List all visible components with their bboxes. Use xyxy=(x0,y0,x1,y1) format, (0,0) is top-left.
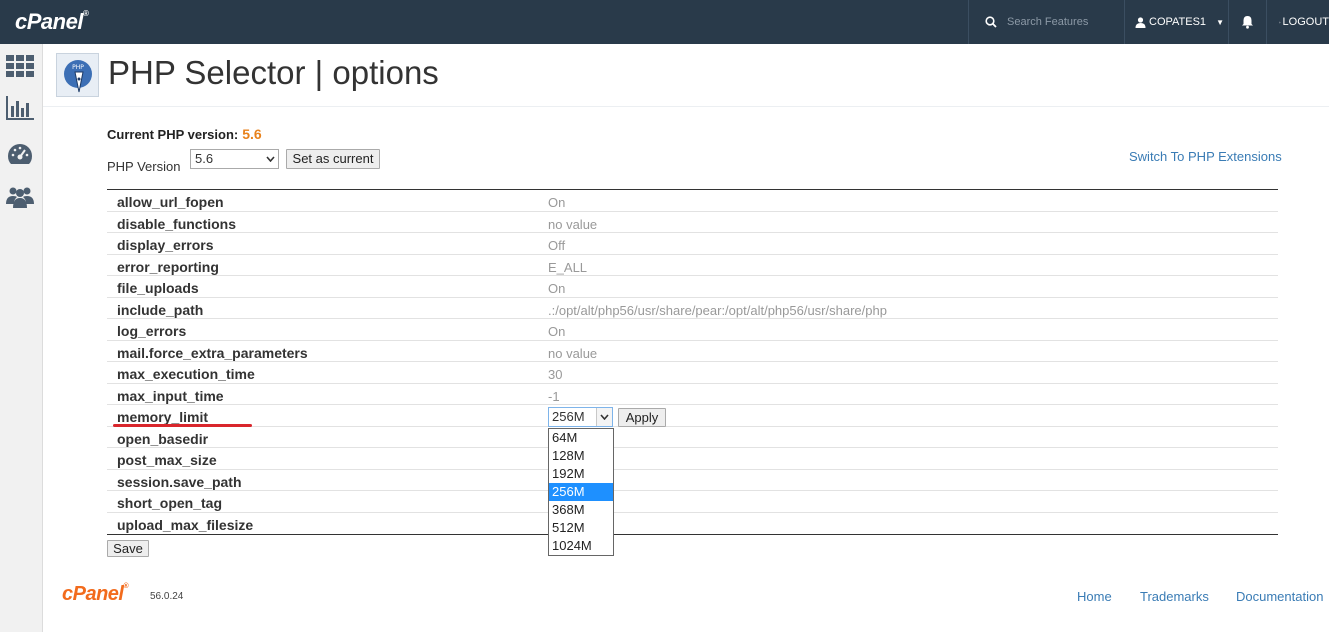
page-title: PHP Selector | options xyxy=(108,54,439,91)
options-table: allow_url_fopen On disable_functions no val… xyxy=(107,189,1278,535)
footer-version: 56.0.24 xyxy=(150,591,184,602)
search-input[interactable] xyxy=(1007,16,1117,28)
option-row-display-errors: display_errors Off xyxy=(107,233,1278,255)
memory-option-192M[interactable]: 192M xyxy=(549,465,613,483)
search-features[interactable] xyxy=(968,0,1124,44)
option-row-memory-limit: memory_limit xyxy=(107,405,1278,427)
top-bar: cPanel® COPATES1 ▼ LOGOUT xyxy=(0,0,1329,44)
option-value: no value xyxy=(548,216,598,232)
option-row-upload-max-filesize: upload_max_filesize xyxy=(107,513,1278,535)
php-version-label: PHP Version xyxy=(107,159,181,174)
header-divider xyxy=(43,106,1329,107)
dashboard-icon[interactable] xyxy=(5,140,35,168)
option-name: post_max_size xyxy=(117,452,217,468)
option-name: max_input_time xyxy=(117,387,224,404)
chevron-down-icon: ▼ xyxy=(1216,17,1224,27)
option-value: Off xyxy=(548,238,566,253)
svg-text:PHP: PHP xyxy=(72,64,84,71)
users-icon[interactable] xyxy=(5,182,35,210)
option-row-mail-force-extra-parameters: mail.force_extra_parameters no value xyxy=(107,341,1278,362)
option-row-short-open-tag: short_open_tag xyxy=(107,491,1278,513)
option-name: memory_limit xyxy=(117,409,209,425)
current-php-version: Current PHP version: 5.6 xyxy=(107,126,262,142)
cpanel-logo[interactable]: cPanel® xyxy=(15,9,89,35)
annotation-underline xyxy=(113,424,252,427)
logout-icon xyxy=(1279,21,1281,23)
option-name: include_path xyxy=(117,301,204,318)
option-name: upload_max_filesize xyxy=(117,516,254,533)
option-row-max-input-time: max_input_time -1 xyxy=(107,384,1278,405)
stats-icon[interactable] xyxy=(5,94,35,122)
footer-link-home[interactable]: Home xyxy=(1077,589,1112,604)
option-row-post-max-size: post_max_size xyxy=(107,448,1278,470)
option-value: no value xyxy=(548,345,598,361)
option-row-disable-functions: disable_functions no value xyxy=(107,212,1278,233)
switch-to-php-extensions-link[interactable]: Switch To PHP Extensions xyxy=(1129,149,1282,164)
sidebar xyxy=(0,44,43,632)
notifications-button[interactable] xyxy=(1228,0,1266,44)
memory-option-128M[interactable]: 128M xyxy=(549,447,613,465)
php-selector-icon: PHP xyxy=(56,53,99,97)
current-version-value: 5.6 xyxy=(242,126,262,142)
option-row-error-reporting: error_reporting E_ALL xyxy=(107,255,1278,276)
search-icon xyxy=(985,16,997,28)
memory-option-368M[interactable]: 368M xyxy=(549,501,613,519)
option-name: display_errors xyxy=(117,237,214,253)
option-name: short_open_tag xyxy=(117,495,223,511)
option-name: allow_url_fopen xyxy=(117,194,224,210)
option-row-open-basedir: open_basedir xyxy=(107,427,1278,448)
memory-limit-select[interactable]: 256M xyxy=(548,407,613,427)
set-as-current-button[interactable]: Set as current xyxy=(286,149,380,169)
option-value: On xyxy=(548,195,566,210)
save-button[interactable]: Save xyxy=(107,540,149,557)
option-row-include-path: include_path .:/opt/alt/php56/usr/share/p… xyxy=(107,298,1278,319)
option-name: error_reporting xyxy=(117,258,219,275)
option-row-log-errors: log_errors On xyxy=(107,319,1278,341)
option-row-file-uploads: file_uploads On xyxy=(107,276,1278,298)
option-value: -1 xyxy=(548,388,560,404)
option-value: On xyxy=(548,324,566,339)
grid-icon[interactable] xyxy=(5,52,35,80)
memory-option-1024M[interactable]: 1024M xyxy=(549,537,613,555)
option-row-allow-url-fopen: allow_url_fopen On xyxy=(107,190,1278,212)
option-row-max-execution-time: max_execution_time 30 xyxy=(107,362,1278,384)
php-version-select[interactable]: 5.6 xyxy=(190,149,279,169)
option-row-session-save-path: session.save_path xyxy=(107,470,1278,491)
option-name: log_errors xyxy=(117,323,187,339)
footer-link-documentation[interactable]: Documentation xyxy=(1236,589,1323,604)
user-menu[interactable]: COPATES1 ▼ xyxy=(1124,0,1228,44)
option-name: max_execution_time xyxy=(117,366,255,382)
chevron-down-icon xyxy=(266,156,275,162)
logout-button[interactable]: LOGOUT xyxy=(1266,0,1329,44)
option-name: mail.force_extra_parameters xyxy=(117,344,308,361)
option-name: open_basedir xyxy=(117,430,209,447)
username: COPATES1 xyxy=(1149,16,1207,28)
apply-button[interactable]: Apply xyxy=(618,408,666,427)
option-value: E_ALL xyxy=(548,259,588,275)
memory-option-64M[interactable]: 64M xyxy=(549,429,613,447)
option-name: disable_functions xyxy=(117,215,237,232)
option-value: On xyxy=(548,281,566,296)
option-name: file_uploads xyxy=(117,280,199,296)
memory-option-512M[interactable]: 512M xyxy=(549,519,613,537)
bell-icon xyxy=(1242,16,1253,29)
option-name: session.save_path xyxy=(117,473,242,490)
footer-cpanel-logo: cPanel® xyxy=(62,583,129,605)
footer-link-trademarks[interactable]: Trademarks xyxy=(1140,589,1209,604)
memory-limit-dropdown: 64M 128M 192M 256M 368M 512M 1024M xyxy=(548,428,614,556)
memory-option-256M[interactable]: 256M xyxy=(549,483,613,501)
option-value: .:/opt/alt/php56/usr/share/pear:/opt/alt… xyxy=(548,302,887,318)
option-value: 30 xyxy=(548,367,563,382)
user-icon xyxy=(1135,16,1146,28)
chevron-down-icon xyxy=(596,408,612,426)
